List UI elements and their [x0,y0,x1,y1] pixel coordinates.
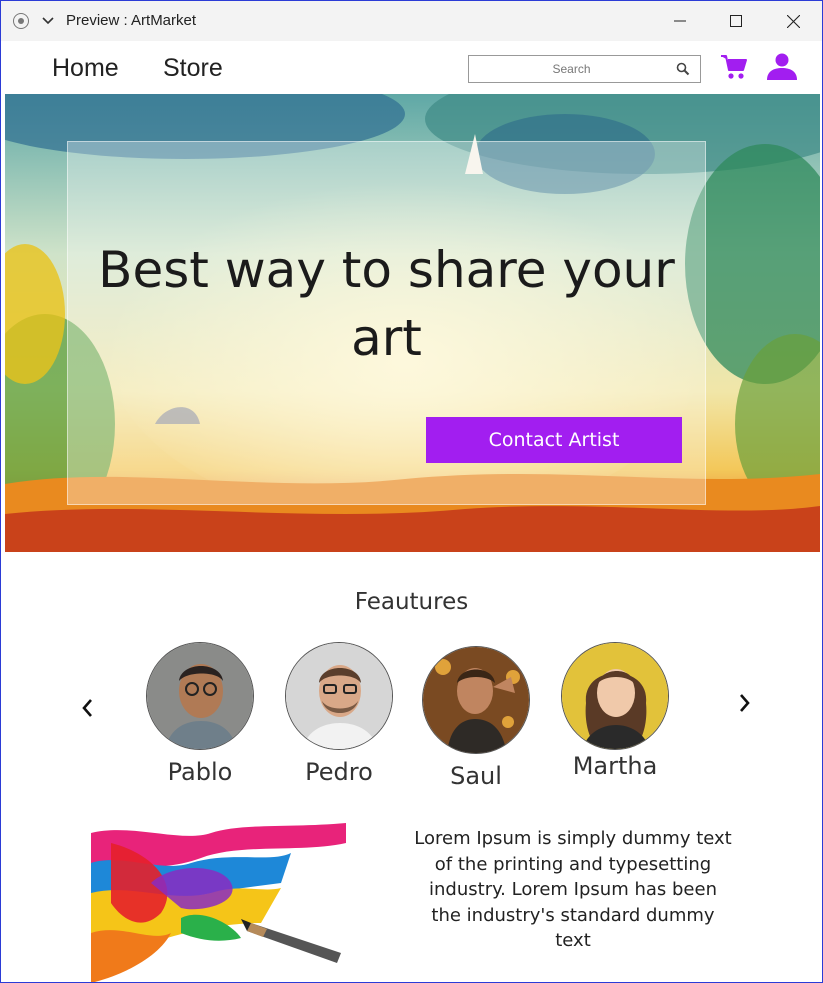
search-placeholder: Search [552,62,591,76]
paint-image [91,823,346,982]
search-input[interactable]: Search [468,55,701,83]
app-icon[interactable] [13,13,29,29]
hero-banner: Best way to share your art Contact Artis… [5,94,820,552]
top-nav: Home Store Search [1,42,822,94]
artist-card[interactable]: Pedro [274,642,404,786]
artist-card[interactable]: Saul [411,646,541,790]
artist-card[interactable]: Pablo [135,642,265,786]
artist-card[interactable]: Martha [550,642,680,780]
artist-name: Pablo [167,758,233,786]
minimize-button[interactable] [652,1,708,41]
app-window: Preview : ArtMarket Home Store Search Be… [0,0,823,983]
hero-overlay: Best way to share your art Contact Artis… [67,141,706,505]
contact-artist-button[interactable]: Contact Artist [426,417,682,463]
avatar [422,646,530,754]
artist-name: Saul [450,762,502,790]
maximize-icon [730,15,742,27]
artist-name: Martha [572,752,658,780]
about-text: Lorem Ipsum is simply dummy text of the … [414,828,732,951]
maximize-button[interactable] [708,1,764,41]
nav-home[interactable]: Home [52,54,119,83]
nav-store[interactable]: Store [163,54,223,83]
artist-name: Pedro [305,758,373,786]
search-icon[interactable] [676,62,690,76]
user-icon[interactable] [765,53,799,81]
minimize-icon [674,20,686,22]
chevron-left-icon[interactable] [78,696,98,720]
avatar [146,642,254,750]
close-icon [786,14,800,28]
hero-title: Best way to share your art [98,241,675,367]
chevron-down-icon[interactable] [41,13,55,27]
chevron-right-icon[interactable] [734,691,754,715]
avatar [285,642,393,750]
close-button[interactable] [765,1,821,41]
title-bar: Preview : ArtMarket [1,1,822,41]
cart-icon[interactable] [720,53,748,81]
avatar [561,642,669,750]
features-title: Feautures [354,589,469,615]
window-title: Preview : ArtMarket [66,12,197,29]
